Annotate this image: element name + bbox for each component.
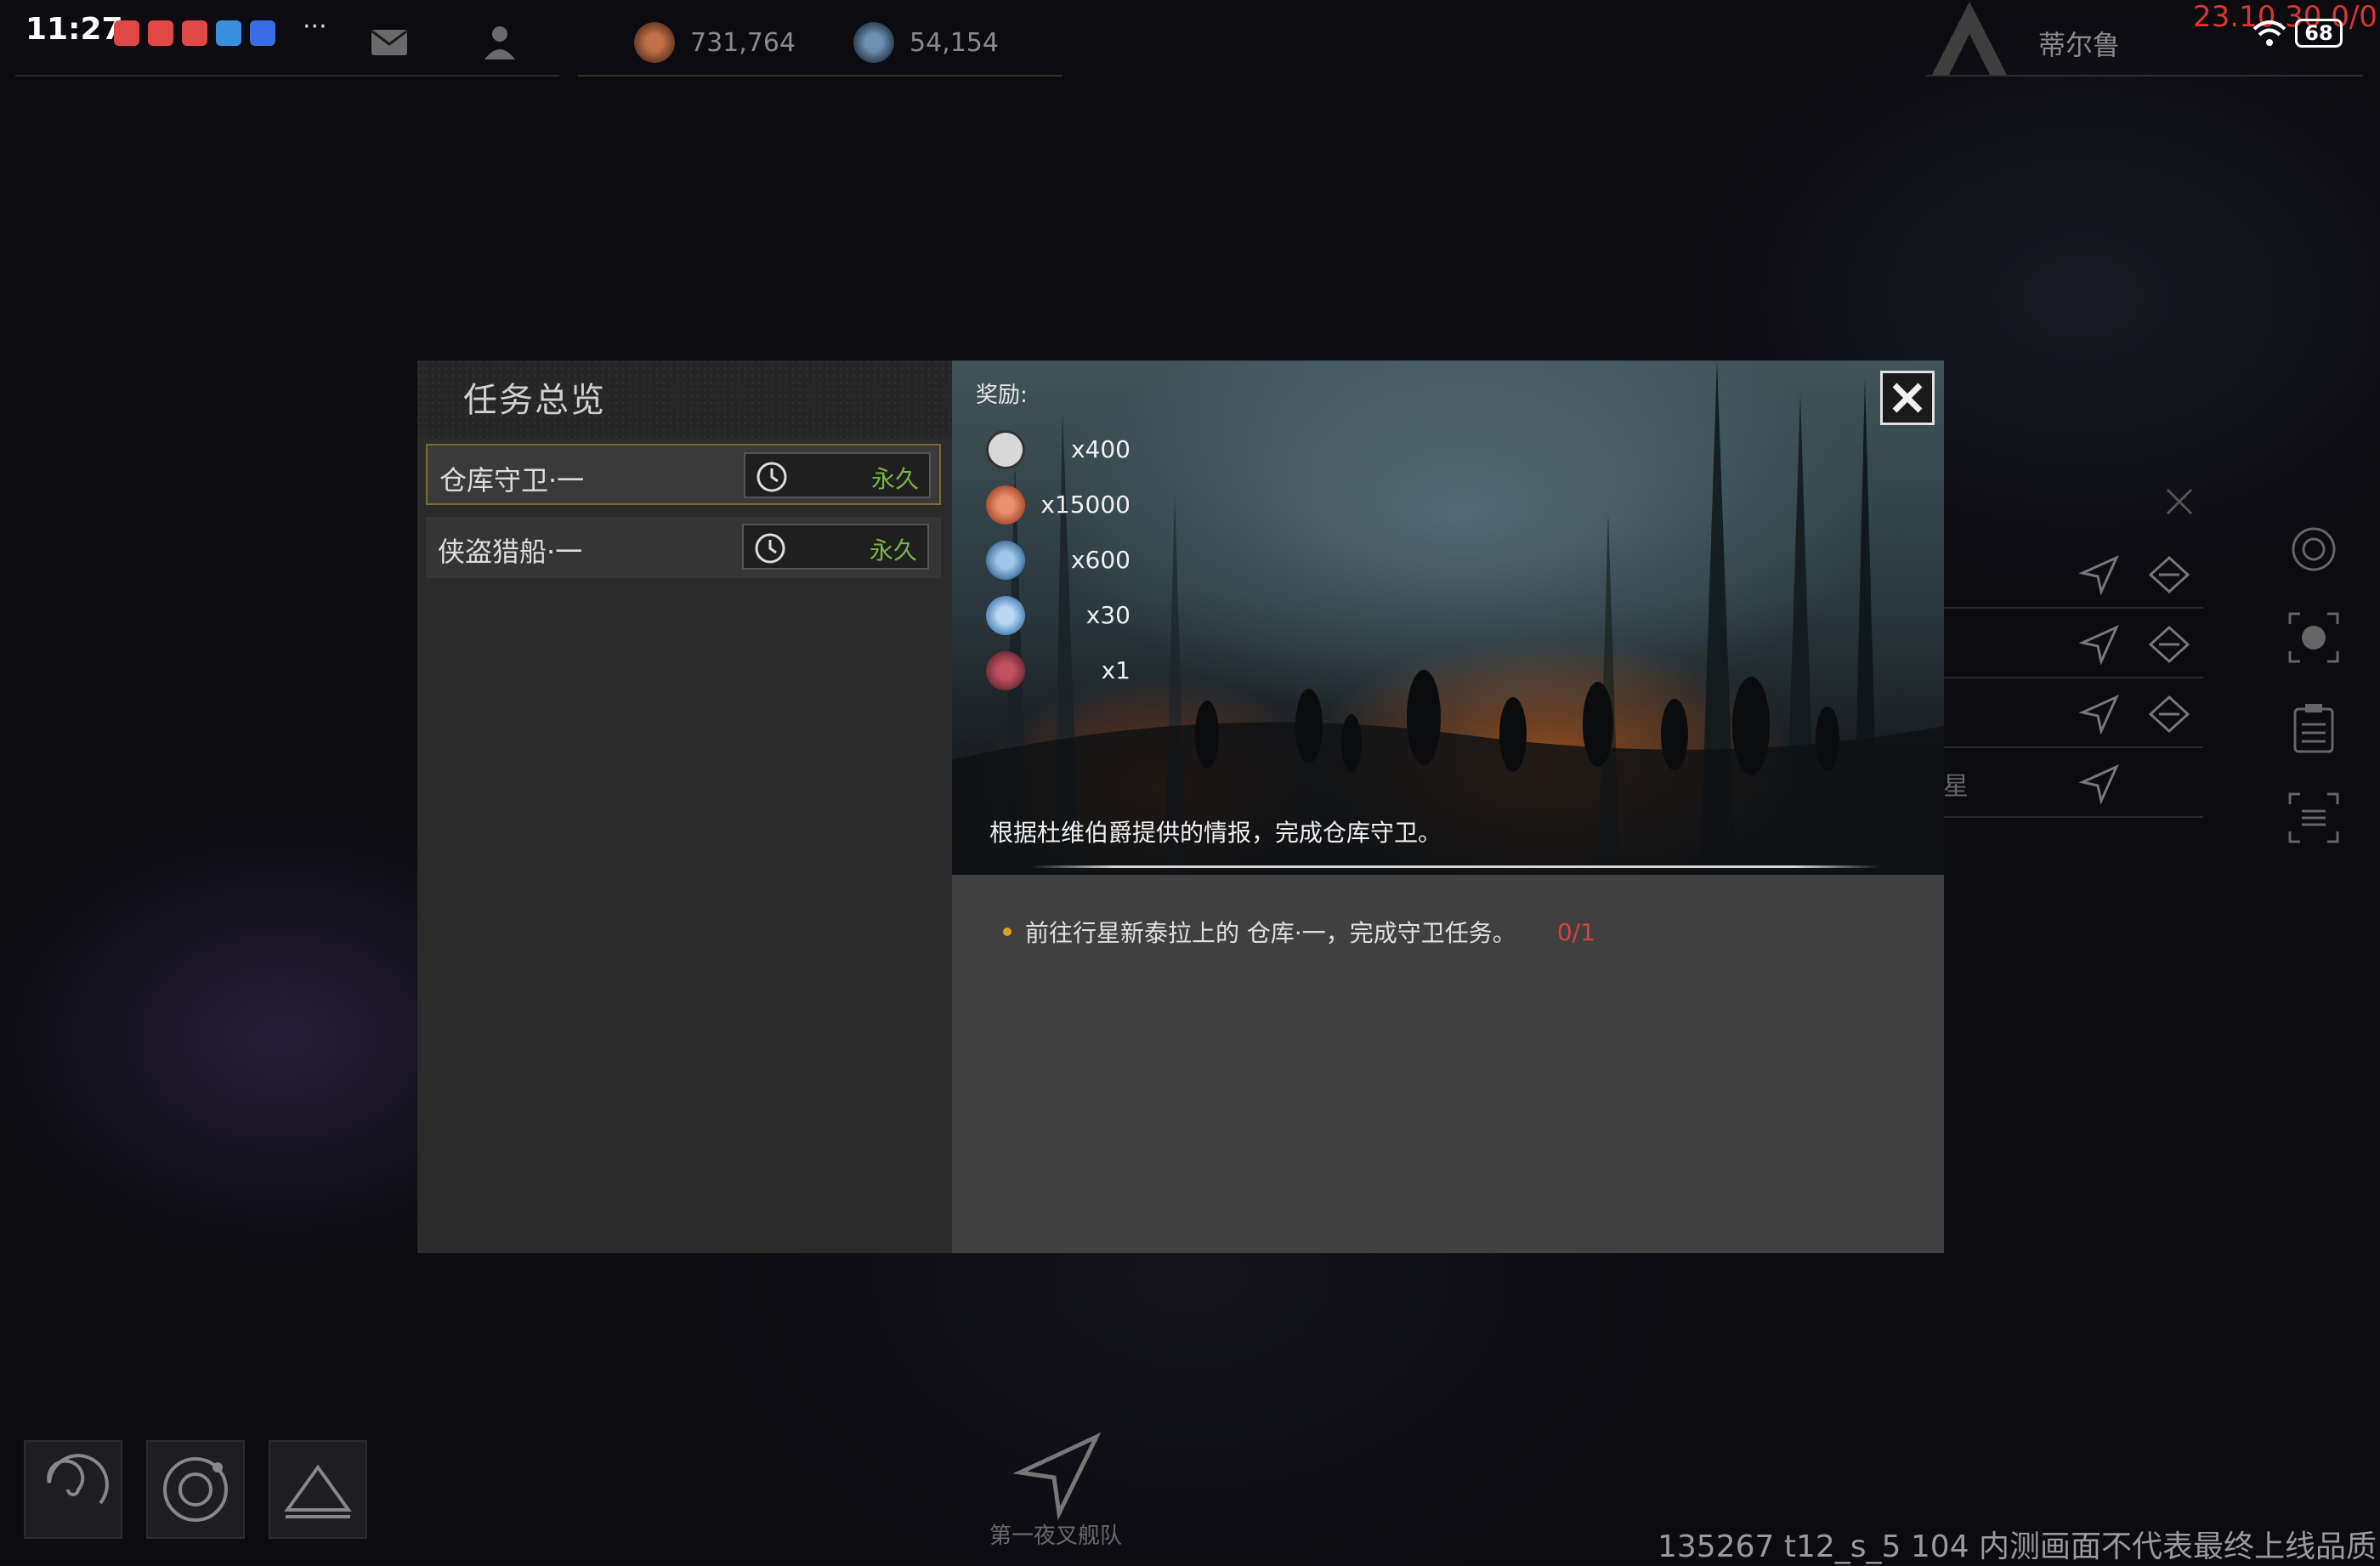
resource-copper[interactable]: 731,764 [634, 22, 796, 63]
quest-duration-box: 永久 [742, 524, 929, 570]
divider [1926, 75, 2363, 77]
system-button[interactable] [146, 1440, 245, 1539]
divider [15, 75, 559, 77]
crystal-icon [853, 22, 894, 63]
navigate-icon[interactable] [2079, 554, 2120, 595]
reward-item[interactable]: x30 [986, 594, 1130, 637]
deuterium-icon [986, 596, 1025, 635]
jump-icon[interactable] [2147, 554, 2191, 595]
reward-quantity: x600 [1070, 546, 1130, 574]
build-info: 135267 t12_s_5 104 内测画面不代表最终上线品质 [1658, 1529, 2377, 1564]
list-item[interactable] [1943, 539, 2203, 609]
fleet-label[interactable]: 第一夜叉舰队 [989, 1518, 1122, 1550]
app-notification-icon [216, 20, 241, 46]
quest-duration-box: 永久 [744, 452, 931, 498]
reward-quantity: x400 [1070, 435, 1130, 463]
wifi-icon [2252, 20, 2286, 46]
reward-quantity: x30 [1085, 601, 1130, 629]
quest-detail-panel: 奖励: x400 x15000 x600 x30 x1 根据杜维伯爵提供的情报，… [952, 360, 1944, 1253]
planet-button[interactable] [269, 1440, 367, 1539]
close-icon[interactable] [2162, 485, 2196, 519]
crystal-icon [986, 541, 1025, 580]
reward-item[interactable]: x400 [986, 428, 1130, 471]
scan-icon[interactable] [2286, 522, 2341, 576]
clipboard-icon[interactable] [2286, 701, 2341, 755]
module-icon [986, 651, 1025, 690]
copper-amount: 731,764 [690, 27, 796, 58]
reward-quantity: x1 [1101, 656, 1130, 684]
copper-icon [986, 485, 1025, 525]
dialog-title: 任务总览 [463, 381, 606, 420]
divider [578, 75, 1062, 77]
navigate-icon[interactable] [2079, 624, 2120, 665]
quest-illustration: 奖励: x400 x15000 x600 x30 x1 根据杜维伯爵提供的情报，… [952, 360, 1944, 875]
app-notification-icon [250, 20, 275, 46]
resource-crystal[interactable]: 54,154 [853, 22, 999, 63]
jump-icon[interactable] [2147, 624, 2191, 665]
list-frame-icon[interactable] [2286, 791, 2341, 845]
jump-icon[interactable] [2147, 694, 2191, 735]
planet-focus-icon[interactable] [2286, 610, 2341, 665]
quest-name: 仓库守卫·一 [439, 464, 585, 496]
quest-duration: 永久 [869, 536, 917, 565]
faction-logo-icon [1931, 2, 2008, 77]
quest-item[interactable]: 仓库守卫·一 永久 [426, 444, 941, 505]
quest-item[interactable]: 侠盗猎船·一 永久 [426, 517, 941, 578]
quest-description: 根据杜维伯爵提供的情报，完成仓库守卫。 [989, 819, 1442, 847]
quest-duration: 永久 [870, 465, 919, 493]
crystal-amount: 54,154 [910, 27, 999, 58]
app-notification-icon [182, 20, 207, 46]
list-item[interactable]: 星 [1943, 748, 2203, 818]
player-name[interactable]: 蒂尔鲁 [2038, 24, 2120, 63]
system-clock: 11:27 [26, 12, 123, 47]
objective-text: 前往行星新泰拉上的 仓库·一，完成守卫任务。 [1025, 919, 1516, 947]
galaxy-button[interactable] [24, 1440, 122, 1539]
quest-objective: 前往行星新泰拉上的 仓库·一，完成守卫任务。 0/1 [1003, 915, 1595, 949]
rewards-label: 奖励: [976, 383, 1028, 408]
list-item-label: 星 [1943, 772, 1969, 802]
orbit-icon [163, 1457, 228, 1522]
navigate-icon[interactable] [2079, 763, 2120, 804]
more-notifications: ··· [303, 12, 327, 42]
bullet-icon [1003, 928, 1012, 936]
top-bar: 11:27 ··· 731,764 54,154 蒂尔鲁 23.10.30 0/… [0, 0, 2380, 78]
quest-overview-dialog: 任务总览 仓库守卫·一 永久 侠盗猎船·一 永久 奖励: x400 x15000… [417, 360, 1944, 1253]
clock-icon [755, 533, 785, 564]
clock-icon [756, 462, 787, 492]
reward-quantity: x15000 [1040, 491, 1130, 519]
list-item[interactable] [1943, 609, 2203, 678]
quest-list-panel: 任务总览 仓库守卫·一 永久 侠盗猎船·一 永久 [417, 360, 952, 1253]
blueprint-icon [986, 430, 1025, 469]
mail-icon[interactable] [371, 29, 408, 56]
navigate-icon[interactable] [2079, 694, 2120, 735]
copper-icon [634, 22, 675, 63]
list-item[interactable] [1943, 678, 2203, 748]
notification-icons [114, 20, 275, 46]
galaxy-icon [47, 1454, 109, 1505]
reward-item[interactable]: x15000 [986, 484, 1130, 526]
app-notification-icon [148, 20, 173, 46]
dialog-header: 任务总览 [417, 360, 952, 439]
close-button[interactable] [1880, 371, 1935, 425]
reward-item[interactable]: x1 [986, 650, 1130, 692]
reward-item[interactable]: x600 [986, 539, 1130, 582]
close-icon [1892, 383, 1923, 413]
objective-progress: 0/1 [1556, 917, 1595, 946]
divider [1030, 865, 1880, 868]
fleet-navigate-icon[interactable] [1012, 1428, 1105, 1522]
mountain-icon [284, 1464, 352, 1518]
quest-name: 侠盗猎船·一 [438, 536, 583, 568]
battery-indicator: 68 [2295, 19, 2343, 48]
friends-icon[interactable] [481, 22, 522, 63]
app-notification-icon [114, 20, 139, 46]
